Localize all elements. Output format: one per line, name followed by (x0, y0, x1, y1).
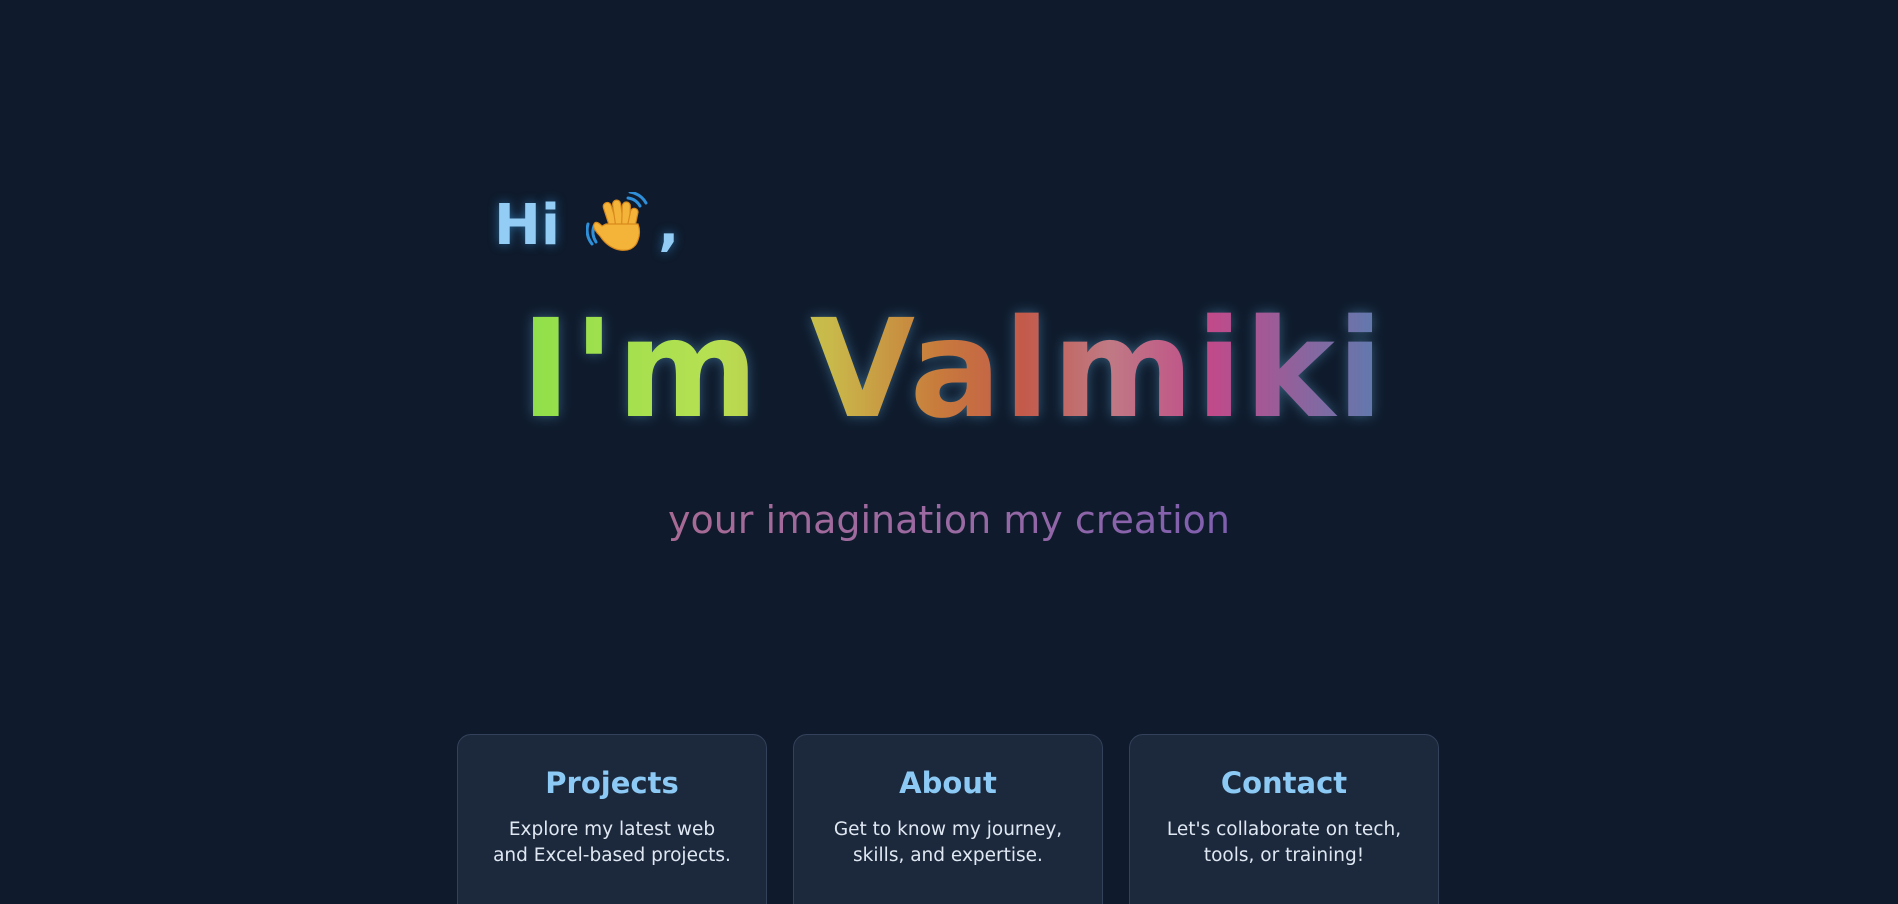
greeting-suffix: , (658, 192, 680, 258)
card-title: Projects (545, 766, 679, 800)
headline-text: I'm Valmiki (520, 291, 1386, 449)
card-row: Projects Explore my latest web and Excel… (457, 734, 1439, 904)
card-description: Let's collaborate on tech, tools, or tra… (1166, 819, 1402, 866)
page: Hi , I'm Valmiki your imagination my cre… (0, 0, 1898, 904)
greeting-text: Hi (494, 192, 561, 258)
tagline-text: your imagination my creation (668, 495, 1230, 545)
headline: I'm Valmiki (0, 290, 1898, 450)
card-description: Get to know my journey, skills, and expe… (833, 819, 1063, 866)
card-title: About (899, 766, 997, 800)
projects-card[interactable]: Projects Explore my latest web and Excel… (457, 734, 767, 904)
tagline: your imagination my creation (0, 495, 1898, 545)
waving-hand-icon (586, 192, 652, 258)
card-description: Explore my latest web and Excel-based pr… (493, 819, 731, 866)
card-title: Contact (1220, 766, 1348, 800)
about-card[interactable]: About Get to know my journey, skills, an… (793, 734, 1103, 904)
contact-card[interactable]: Contact Let's collaborate on tech, tools… (1129, 734, 1439, 904)
greeting: Hi , (494, 192, 679, 258)
